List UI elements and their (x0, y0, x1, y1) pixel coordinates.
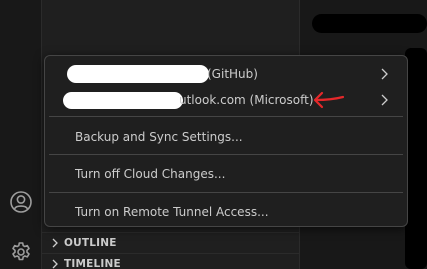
menu-item-microsoft-account[interactable]: utlook.com (Microsoft) (49, 87, 403, 113)
sidebar-section-label: TIMELINE (64, 257, 121, 269)
menu-item-turn-off-cloud-changes[interactable]: Turn off Cloud Changes... (49, 161, 403, 187)
accounts-menu: (GitHub) utlook.com (Microsoft) Backup a… (44, 55, 408, 227)
redaction-scribble (405, 48, 427, 269)
menu-item-label: utlook.com (Microsoft) (179, 93, 314, 107)
vscode-window: OUTLINE TIMELINE (GitHub) utlook.com (Mi… (0, 0, 427, 269)
menu-item-label: Turn off Cloud Changes... (75, 167, 226, 181)
menu-item-label: (GitHub) (207, 67, 258, 81)
red-arrow-annotation (313, 91, 345, 109)
chevron-right-icon (48, 259, 62, 269)
activity-bar (0, 0, 42, 269)
menu-separator (49, 154, 403, 155)
menu-item-github-account[interactable]: (GitHub) (49, 61, 403, 87)
sidebar-section-timeline[interactable]: TIMELINE (42, 253, 300, 269)
manage-gear-icon[interactable] (7, 237, 35, 265)
chevron-right-icon (48, 238, 62, 248)
accounts-icon[interactable] (7, 188, 35, 216)
sidebar-section-label: OUTLINE (64, 236, 117, 249)
redacted-account-name (67, 65, 209, 83)
chevron-right-icon (381, 94, 388, 106)
menu-item-label: Backup and Sync Settings... (75, 130, 243, 144)
chevron-right-icon (381, 68, 388, 80)
redaction-scribble (312, 14, 427, 33)
menu-separator (49, 116, 403, 117)
menu-separator (49, 192, 403, 193)
menu-item-label: Turn on Remote Tunnel Access... (75, 205, 269, 219)
menu-item-backup-sync[interactable]: Backup and Sync Settings... (49, 124, 403, 150)
redacted-account-email (63, 92, 183, 109)
menu-item-remote-tunnel[interactable]: Turn on Remote Tunnel Access... (49, 199, 403, 225)
sidebar-section-outline[interactable]: OUTLINE (42, 232, 300, 252)
